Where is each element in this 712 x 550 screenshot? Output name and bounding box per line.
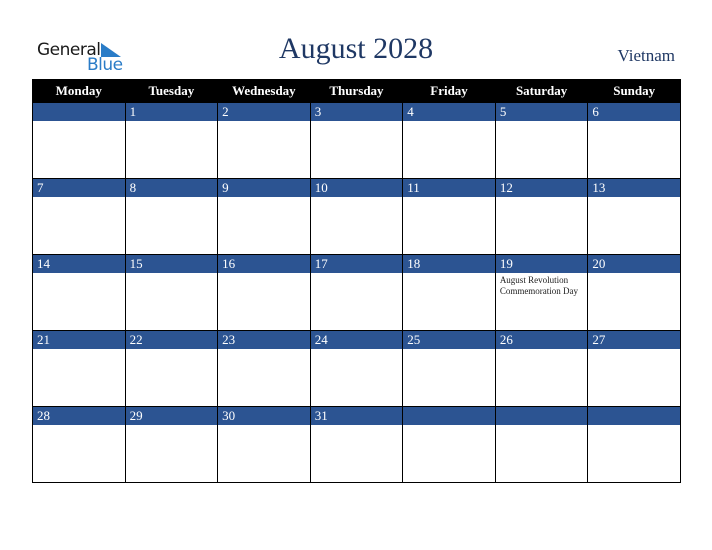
day-cell[interactable]: 24	[309, 330, 404, 407]
day-number: 18	[403, 255, 495, 273]
day-cell[interactable]: 21	[32, 330, 126, 407]
day-number	[588, 407, 680, 425]
day-number: 19	[495, 255, 588, 273]
day-number: 31	[310, 407, 403, 425]
day-cell[interactable]: 9	[217, 178, 311, 255]
week-row: 28 29 30 31	[32, 406, 681, 483]
holiday-label: August Revolution Commemoration Day	[499, 275, 579, 296]
day-cell[interactable]: 28	[32, 406, 126, 483]
day-number: 3	[310, 103, 403, 121]
day-number: 16	[218, 255, 310, 273]
day-number: 23	[218, 331, 310, 349]
day-cell[interactable]: 18	[402, 254, 496, 331]
day-cell[interactable]: 8	[124, 178, 219, 255]
weekday-header-saturday: Saturday	[494, 79, 589, 103]
day-number: 11	[403, 179, 495, 197]
day-cell[interactable]: 22	[124, 330, 219, 407]
weekday-header-wednesday: Wednesday	[217, 79, 311, 103]
day-number: 26	[495, 331, 588, 349]
day-number	[495, 407, 588, 425]
weekday-header-row: Monday Tuesday Wednesday Thursday Friday Satu…	[32, 79, 681, 103]
day-number: 10	[310, 179, 403, 197]
day-cell[interactable]: 15	[124, 254, 219, 331]
day-cell[interactable]: 14	[32, 254, 126, 331]
day-cell[interactable]: 26	[494, 330, 589, 407]
day-cell[interactable]: 25	[402, 330, 496, 407]
day-cell[interactable]: 3	[309, 102, 404, 179]
day-cell[interactable]: 19 August Revolution Commemoration Day	[494, 254, 589, 331]
day-cell[interactable]: 6	[587, 102, 681, 179]
day-cell[interactable]: 16	[217, 254, 311, 331]
weekday-header-tuesday: Tuesday	[124, 79, 219, 103]
day-cell[interactable]: 20	[587, 254, 681, 331]
weekday-header-thursday: Thursday	[309, 79, 404, 103]
day-number: 4	[403, 103, 495, 121]
day-number: 24	[310, 331, 403, 349]
day-number: 12	[495, 179, 588, 197]
day-number: 14	[33, 255, 125, 273]
day-cell[interactable]: 10	[309, 178, 404, 255]
day-number: 5	[495, 103, 588, 121]
day-number: 1	[125, 103, 218, 121]
day-number: 2	[218, 103, 310, 121]
calendar-grid: Monday Tuesday Wednesday Thursday Friday Satu…	[32, 79, 681, 483]
day-number: 9	[218, 179, 310, 197]
day-number: 15	[125, 255, 218, 273]
week-row: 21 22 23 24 25 26 27	[32, 330, 681, 407]
day-number	[403, 407, 495, 425]
day-cell[interactable]: 27	[587, 330, 681, 407]
day-cell[interactable]: 30	[217, 406, 311, 483]
day-cell[interactable]: 7	[32, 178, 126, 255]
day-number: 22	[125, 331, 218, 349]
day-number: 20	[588, 255, 680, 273]
day-number: 7	[33, 179, 125, 197]
calendar-title: August 2028	[278, 32, 434, 65]
country-label: Vietnam	[617, 46, 675, 65]
week-row: 7 8 9 10 11 12 13	[32, 178, 681, 255]
day-cell[interactable]: 31	[309, 406, 404, 483]
day-number: 27	[588, 331, 680, 349]
day-number: 30	[218, 407, 310, 425]
day-cell[interactable]: 11	[402, 178, 496, 255]
day-cell[interactable]: 5	[494, 102, 589, 179]
day-cell[interactable]: 12	[494, 178, 589, 255]
day-cell[interactable]	[494, 406, 589, 483]
day-cell[interactable]	[32, 102, 126, 179]
day-cell[interactable]: 23	[217, 330, 311, 407]
weekday-header-sunday: Sunday	[587, 79, 681, 103]
weekday-header-friday: Friday	[402, 79, 496, 103]
week-row: 14 15 16 17 18 19 August Revolution Commemorat…	[32, 254, 681, 331]
day-number: 29	[125, 407, 218, 425]
day-cell[interactable]	[587, 406, 681, 483]
day-number: 28	[33, 407, 125, 425]
day-cell[interactable]: 17	[309, 254, 404, 331]
weekday-header-monday: Monday	[32, 79, 126, 103]
day-number: 25	[403, 331, 495, 349]
day-number: 8	[125, 179, 218, 197]
day-cell[interactable]: 4	[402, 102, 496, 179]
day-number: 6	[588, 103, 680, 121]
day-cell[interactable]: 2	[217, 102, 311, 179]
day-number: 17	[310, 255, 403, 273]
day-number: 13	[588, 179, 680, 197]
day-cell[interactable]: 1	[124, 102, 219, 179]
day-cell[interactable]: 13	[587, 178, 681, 255]
day-number	[33, 103, 125, 121]
day-number: 21	[33, 331, 125, 349]
day-cell[interactable]: 29	[124, 406, 219, 483]
week-row: 123456	[32, 102, 681, 179]
day-cell[interactable]	[402, 406, 496, 483]
